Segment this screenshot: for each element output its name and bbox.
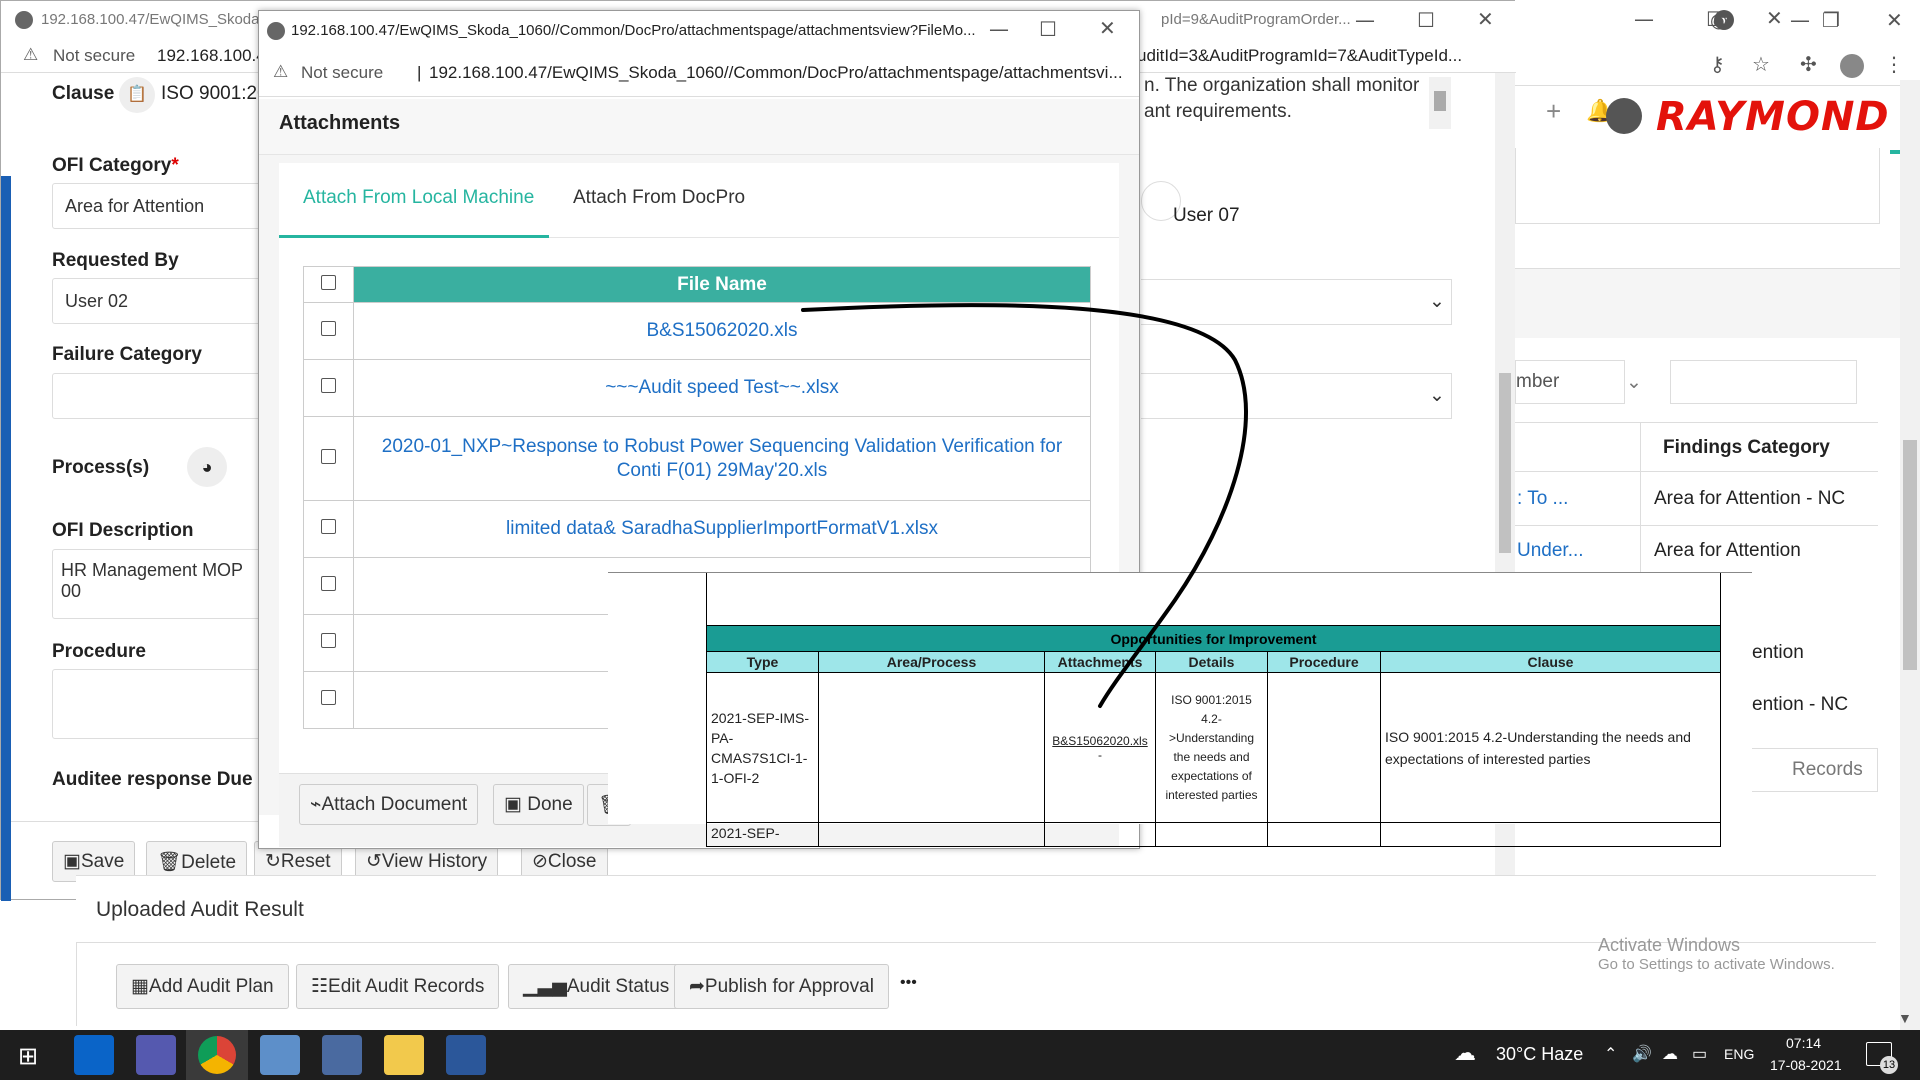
clock-date[interactable]: 17-08-2021 (1770, 1057, 1842, 1073)
outlook-icon[interactable] (74, 1035, 114, 1075)
language-indicator[interactable]: ENG (1724, 1046, 1754, 1062)
windows-start-icon[interactable]: ⊞ (18, 1042, 38, 1071)
windows-taskbar: ⊞ ☁ 30°C Haze ⌃ 🔊 ☁ ▭ ENG 07:14 17-08-20… (0, 1030, 1920, 1080)
app-icon[interactable] (260, 1035, 300, 1075)
chrome-icon[interactable] (198, 1036, 236, 1074)
notification-count-badge: 13 (1880, 1056, 1898, 1074)
file-explorer-icon[interactable] (384, 1035, 424, 1075)
network-icon[interactable]: ▭ (1692, 1044, 1707, 1064)
word-icon[interactable] (446, 1035, 486, 1075)
onedrive-icon[interactable]: ☁ (1662, 1044, 1678, 1064)
volume-icon[interactable]: 🔊 (1632, 1044, 1652, 1064)
weather-text[interactable]: 30°C Haze (1496, 1044, 1583, 1065)
tray-chevron-icon[interactable]: ⌃ (1604, 1044, 1617, 1064)
annotation-curve (801, 303, 1248, 708)
clock-time[interactable]: 07:14 (1786, 1035, 1821, 1051)
remote-desktop-icon[interactable] (322, 1035, 362, 1075)
teams-icon[interactable] (136, 1035, 176, 1075)
weather-icon: ☁ (1454, 1040, 1476, 1065)
